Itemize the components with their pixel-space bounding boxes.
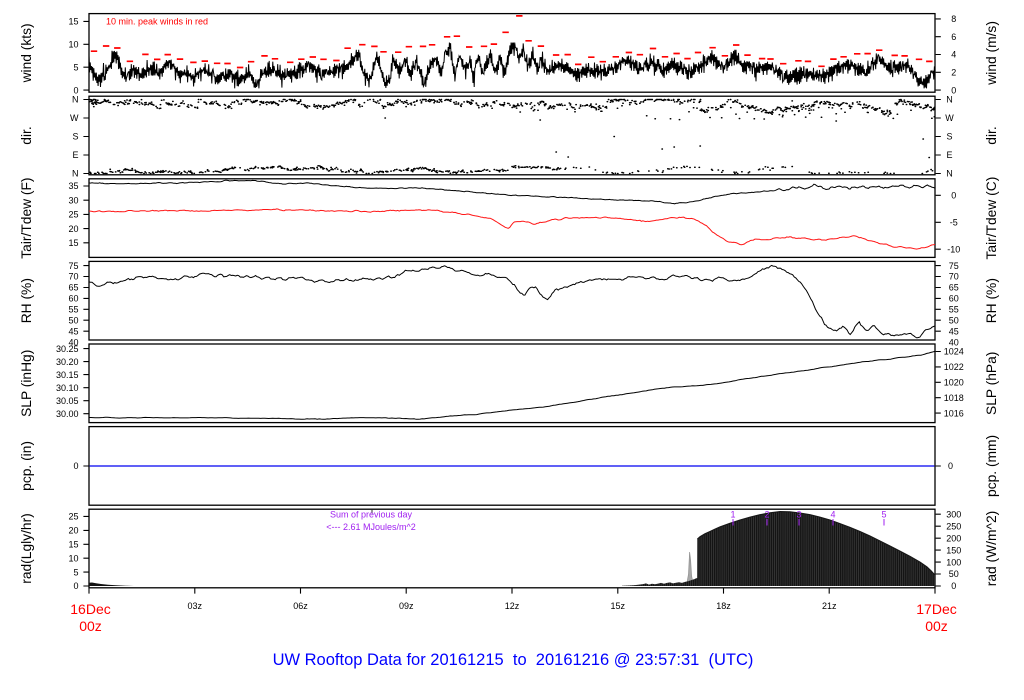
- svg-text:15: 15: [68, 238, 78, 248]
- svg-text:-10: -10: [947, 244, 960, 254]
- svg-text:00z: 00z: [79, 618, 102, 634]
- svg-text:75: 75: [68, 261, 78, 271]
- svg-text:N: N: [946, 95, 953, 105]
- svg-text:dir.: dir.: [19, 126, 34, 144]
- svg-text:16Dec: 16Dec: [70, 601, 110, 617]
- svg-text:10: 10: [68, 40, 78, 50]
- svg-text:N: N: [946, 169, 953, 179]
- svg-text:03z: 03z: [188, 601, 203, 611]
- svg-text:dir.: dir.: [984, 126, 999, 144]
- svg-text:1016: 1016: [944, 408, 964, 418]
- svg-text:35: 35: [68, 181, 78, 191]
- svg-text:2: 2: [764, 510, 769, 520]
- svg-text:18z: 18z: [716, 601, 731, 611]
- svg-text:E: E: [72, 150, 78, 160]
- svg-text:200: 200: [946, 533, 961, 543]
- svg-text:UW Rooftop Data for 20161215: UW Rooftop Data for 20161215 to 20161216…: [273, 651, 754, 669]
- svg-text:30: 30: [68, 195, 78, 205]
- svg-text:50: 50: [949, 315, 959, 325]
- svg-text:N: N: [72, 95, 79, 105]
- svg-text:65: 65: [68, 283, 78, 293]
- svg-text:rad(Lgly/hr): rad(Lgly/hr): [19, 513, 34, 584]
- svg-text:20: 20: [68, 224, 78, 234]
- svg-text:1: 1: [730, 510, 735, 520]
- svg-text:RH (%): RH (%): [984, 278, 999, 323]
- svg-text:15: 15: [68, 17, 78, 27]
- svg-text:Tair/Tdew (F): Tair/Tdew (F): [19, 177, 34, 258]
- svg-text:2: 2: [951, 68, 956, 78]
- svg-text:pcp. (in): pcp. (in): [19, 441, 34, 491]
- svg-text:30.00: 30.00: [56, 409, 79, 419]
- svg-text:-5: -5: [950, 218, 958, 228]
- svg-text:60: 60: [949, 294, 959, 304]
- svg-text:5: 5: [73, 62, 78, 72]
- svg-text:09z: 09z: [399, 601, 414, 611]
- svg-text:55: 55: [68, 305, 78, 315]
- svg-text:12z: 12z: [505, 601, 520, 611]
- svg-text:06z: 06z: [293, 601, 308, 611]
- svg-text:25: 25: [68, 512, 78, 522]
- svg-text:wind (m/s): wind (m/s): [984, 21, 999, 86]
- svg-text:8: 8: [951, 14, 956, 24]
- svg-text:S: S: [946, 132, 952, 142]
- svg-text:30.15: 30.15: [56, 370, 79, 380]
- svg-text:45: 45: [949, 326, 959, 336]
- svg-text:15: 15: [68, 540, 78, 550]
- svg-text:0: 0: [73, 581, 78, 591]
- svg-text:250: 250: [946, 521, 961, 531]
- svg-text:17Dec: 17Dec: [916, 601, 956, 617]
- svg-text:wind (kts): wind (kts): [19, 23, 34, 83]
- svg-text:E: E: [946, 150, 952, 160]
- svg-text:RH (%): RH (%): [19, 278, 34, 323]
- svg-text:5: 5: [73, 567, 78, 577]
- svg-text:rad (W/m^2): rad (W/m^2): [984, 511, 999, 586]
- svg-text:30.05: 30.05: [56, 396, 79, 406]
- svg-text:6: 6: [951, 32, 956, 42]
- svg-text:W: W: [70, 113, 79, 123]
- svg-text:4: 4: [830, 510, 835, 520]
- svg-text:00z: 00z: [925, 618, 948, 634]
- svg-text:10: 10: [68, 553, 78, 563]
- svg-text:1022: 1022: [944, 362, 964, 372]
- svg-text:55: 55: [949, 305, 959, 315]
- svg-text:75: 75: [949, 261, 959, 271]
- svg-text:150: 150: [946, 545, 961, 555]
- svg-text:S: S: [72, 132, 78, 142]
- svg-text:1024: 1024: [944, 347, 964, 357]
- svg-text:1018: 1018: [944, 393, 964, 403]
- svg-text:50: 50: [68, 315, 78, 325]
- svg-text:30.10: 30.10: [56, 383, 79, 393]
- svg-text:1020: 1020: [944, 378, 964, 388]
- svg-text:<--- 2.61 MJoules/m^2: <--- 2.61 MJoules/m^2: [326, 522, 416, 532]
- svg-text:4: 4: [951, 50, 956, 60]
- svg-text:W: W: [945, 113, 954, 123]
- svg-text:pcp. (mm): pcp. (mm): [984, 435, 999, 497]
- svg-text:10 min. peak winds in red: 10 min. peak winds in red: [106, 17, 208, 27]
- svg-text:0: 0: [948, 461, 953, 471]
- svg-text:0: 0: [73, 461, 78, 471]
- svg-text:30.20: 30.20: [56, 357, 79, 367]
- svg-text:N: N: [72, 169, 79, 179]
- svg-text:70: 70: [949, 272, 959, 282]
- svg-text:0: 0: [951, 191, 956, 201]
- svg-text:30.25: 30.25: [56, 344, 79, 354]
- svg-text:3: 3: [796, 510, 801, 520]
- svg-text:45: 45: [68, 326, 78, 336]
- svg-text:SLP (hPa): SLP (hPa): [984, 352, 999, 415]
- svg-text:SLP (inHg): SLP (inHg): [19, 350, 34, 417]
- svg-text:65: 65: [949, 283, 959, 293]
- svg-text:70: 70: [68, 272, 78, 282]
- svg-text:Sum of previous day: Sum of previous day: [330, 510, 413, 520]
- svg-text:21z: 21z: [822, 601, 837, 611]
- svg-text:50: 50: [949, 569, 959, 579]
- svg-text:100: 100: [946, 557, 961, 567]
- svg-text:0: 0: [951, 581, 956, 591]
- svg-text:60: 60: [68, 294, 78, 304]
- svg-text:15z: 15z: [611, 601, 626, 611]
- svg-text:25: 25: [68, 210, 78, 220]
- svg-text:5: 5: [881, 510, 886, 520]
- svg-text:Tair/Tdew (C): Tair/Tdew (C): [984, 177, 999, 260]
- svg-text:20: 20: [68, 526, 78, 536]
- svg-text:300: 300: [946, 509, 961, 519]
